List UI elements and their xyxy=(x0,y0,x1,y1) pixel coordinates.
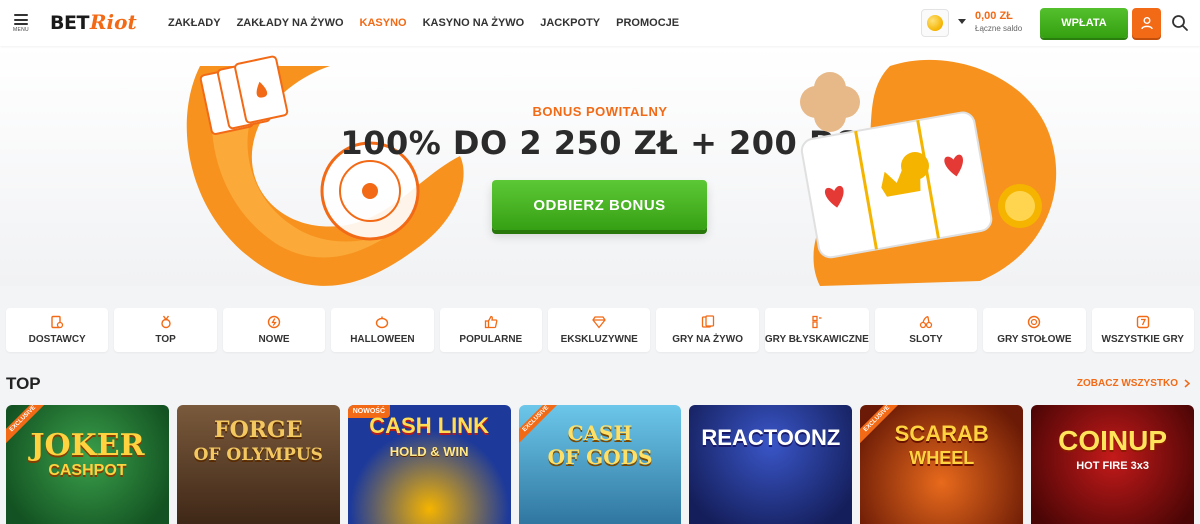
category-label: GRY STOŁOWE xyxy=(997,334,1072,345)
providers-icon xyxy=(51,315,64,329)
game-tile[interactable]: REACTOONZ xyxy=(689,405,853,524)
live-cards-icon xyxy=(701,315,714,328)
site-logo[interactable]: BET Riot xyxy=(50,10,137,36)
category-ekskluzywne[interactable]: EKSKLUZYWNE xyxy=(548,308,651,352)
thumbs-up-icon xyxy=(484,315,498,329)
nav-item-jackpoty[interactable]: JACKPOTY xyxy=(532,17,608,29)
game-tile[interactable]: EXCLUSIVE SCARAB WHEEL xyxy=(860,405,1024,524)
game-subtitle: WHEEL xyxy=(909,448,975,468)
category-label: NOWE xyxy=(258,334,290,345)
category-top[interactable]: TOP xyxy=(114,308,217,352)
game-title: SCARAB xyxy=(894,421,989,446)
game-subtitle: CASHPOT xyxy=(48,462,127,479)
category-gry-na-zywo[interactable]: GRY NA ŻYWO xyxy=(656,308,759,352)
nav-item-promocje[interactable]: PROMOCJE xyxy=(608,17,687,29)
medal-icon xyxy=(160,315,171,329)
category-label: GRY NA ŻYWO xyxy=(672,334,744,345)
category-label: POPULARNE xyxy=(459,334,523,345)
category-label: TOP xyxy=(155,334,176,345)
search-button[interactable] xyxy=(1170,13,1190,33)
category-halloween[interactable]: HALLOWEEN xyxy=(331,308,434,352)
chevron-right-icon xyxy=(1184,379,1190,388)
cherries-icon xyxy=(919,315,933,329)
category-nowe[interactable]: NOWE xyxy=(222,308,326,352)
pumpkin-icon xyxy=(376,316,389,329)
nav-item-kasyno-na-zywo[interactable]: KASYNO NA ŻYWO xyxy=(415,17,533,29)
deposit-button[interactable]: WPŁATA xyxy=(1040,8,1128,38)
claim-bonus-button[interactable]: ODBIERZ BONUS xyxy=(492,180,707,230)
top-header: MENU BET Riot ZAKŁADY ZAKŁADY NA ŻYWO KA… xyxy=(0,0,1200,46)
category-label: DOSTAWCY xyxy=(28,334,86,345)
see-all-label: ZOBACZ WSZYSTKO xyxy=(1076,378,1178,389)
menu-button[interactable]: MENU xyxy=(10,10,32,36)
user-icon xyxy=(1140,17,1153,30)
game-tile[interactable]: COINUP HOT FIRE 3x3 xyxy=(1031,405,1195,524)
chip-icon xyxy=(1028,315,1041,329)
game-subtitle: HOLD & WIN xyxy=(389,444,469,459)
game-title: JOKER xyxy=(30,428,145,463)
game-title: FORGE xyxy=(213,417,303,443)
nav-item-zaklady[interactable]: ZAKŁADY xyxy=(160,17,229,29)
game-tile[interactable]: EXCLUSIVE JOKER CASHPOT xyxy=(6,405,169,524)
slot-machine-illustration xyxy=(800,59,1057,286)
lightning-icon xyxy=(812,315,822,329)
game-title: CASH xyxy=(567,421,633,445)
see-all-link[interactable]: ZOBACZ WSZYSTKO xyxy=(1077,378,1190,389)
balance-label: Łączne saldo xyxy=(975,24,1023,33)
category-dostawcy[interactable]: DOSTAWCY xyxy=(6,308,109,352)
game-title: REACTOONZ xyxy=(701,425,841,450)
currency-switch[interactable] xyxy=(921,9,949,37)
nav-item-kasyno[interactable]: KASYNO xyxy=(352,17,415,29)
nav-item-zaklady-na-zywo[interactable]: ZAKŁADY NA ŻYWO xyxy=(229,17,352,29)
account-button[interactable] xyxy=(1132,8,1161,38)
game-title: COINUP xyxy=(1058,425,1168,456)
chevron-down-icon[interactable] xyxy=(958,19,966,24)
category-bar: DOSTAWCY TOP NOWE HALLOWEEN POPULARNE EK… xyxy=(6,308,1194,352)
logo-bet: BET xyxy=(50,12,89,34)
section-title: TOP xyxy=(6,374,41,393)
game-tile[interactable]: EXCLUSIVE CASH OF GODS xyxy=(518,405,682,524)
category-popularne[interactable]: POPULARNE xyxy=(439,308,543,352)
game-subtitle: OF OLYMPUS xyxy=(193,445,323,465)
category-gry-stolowe[interactable]: GRY STOŁOWE xyxy=(983,308,1086,352)
balance-display[interactable]: 0,00 ZŁ Łączne saldo xyxy=(975,10,1022,33)
cards-swirl-illustration xyxy=(186,55,464,286)
all-games-icon xyxy=(1136,315,1149,329)
game-tile[interactable]: FORGE OF OLYMPUS xyxy=(176,405,340,524)
category-gry-blyskawiczne[interactable]: GRY BŁYSKAWICZNE xyxy=(764,308,869,352)
coin-icon xyxy=(927,15,943,31)
main-nav: ZAKŁADY ZAKŁADY NA ŻYWO KASYNO KASYNO NA… xyxy=(160,0,687,46)
search-icon xyxy=(1172,15,1188,31)
diamond-icon xyxy=(592,316,607,329)
games-row: EXCLUSIVE JOKER CASHPOT FORGE OF OLYMPUS… xyxy=(6,405,1195,524)
category-label: SLOTY xyxy=(909,334,943,345)
category-wszystkie-gry[interactable]: WSZYSTKIE GRY xyxy=(1091,308,1194,352)
game-title: CASH LINK xyxy=(369,413,490,438)
category-sloty[interactable]: SLOTY xyxy=(874,308,978,352)
menu-label: MENU xyxy=(13,27,29,33)
game-subtitle: OF GODS xyxy=(547,445,653,469)
logo-riot: Riot xyxy=(89,10,137,34)
hamburger-icon xyxy=(14,14,28,25)
balance-amount: 0,00 ZŁ xyxy=(975,10,1013,22)
category-label: GRY BŁYSKAWICZNE xyxy=(764,334,869,345)
new-icon xyxy=(267,315,281,329)
game-subtitle: HOT FIRE 3x3 xyxy=(1076,460,1149,472)
category-label: EKSKLUZYWNE xyxy=(560,334,638,345)
game-tile[interactable]: NOWOŚĆ CASH LINK HOLD & WIN xyxy=(347,405,511,524)
category-label: WSZYSTKIE GRY xyxy=(1101,334,1184,345)
promo-banner: BONUS POWITALNY 100% DO 2 250 ZŁ + 200 D… xyxy=(0,46,1200,286)
category-label: HALLOWEEN xyxy=(350,334,415,345)
